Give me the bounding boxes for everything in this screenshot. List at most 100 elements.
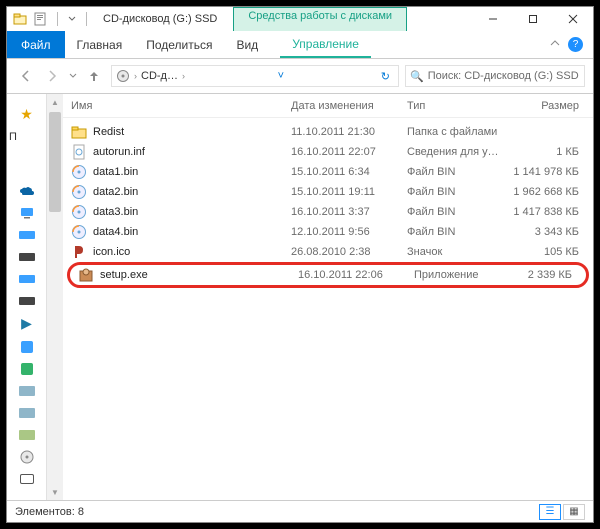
- bin-icon: [71, 204, 87, 220]
- scroll-down-icon[interactable]: ▼: [47, 484, 63, 500]
- file-row[interactable]: icon.ico26.08.2010 2:38Значок105 КБ: [63, 242, 593, 262]
- column-header-type[interactable]: Тип: [403, 100, 503, 112]
- minimize-button[interactable]: [473, 7, 513, 31]
- ribbon-tab-share[interactable]: Поделиться: [134, 31, 224, 58]
- inf-icon: [71, 144, 87, 160]
- ico-icon: [71, 244, 87, 260]
- file-list[interactable]: Redist 11.10.2011 21:30Папка с файлами aut…: [63, 118, 593, 500]
- icons-view-button[interactable]: ▦: [563, 504, 585, 520]
- file-date: 15.10.2011 6:34: [291, 166, 403, 178]
- help-button[interactable]: ?: [568, 37, 583, 52]
- highlight-marker: setup.exe16.10.2011 22:06Приложение2 339…: [67, 262, 589, 288]
- file-size: 1 141 978 КБ: [503, 166, 593, 178]
- file-type: Папка с файлами: [403, 126, 503, 138]
- file-type: Файл BIN: [403, 206, 503, 218]
- file-type: Значок: [403, 246, 503, 258]
- nav-item-icon[interactable]: [21, 362, 33, 376]
- scroll-up-icon[interactable]: ▲: [47, 94, 63, 110]
- bin-icon: [71, 224, 87, 240]
- nav-item-icon[interactable]: [19, 406, 35, 420]
- qat-customize-icon[interactable]: [68, 15, 76, 23]
- file-type: Файл BIN: [403, 226, 503, 238]
- file-name: autorun.inf: [93, 146, 145, 158]
- network-icon[interactable]: [20, 472, 34, 486]
- nav-item-icon[interactable]: [19, 228, 35, 242]
- item-count-label: Элементов: 8: [15, 506, 84, 518]
- ribbon-tab-view[interactable]: Вид: [224, 31, 270, 58]
- content-area: ★ П ▶ ▲: [7, 94, 593, 500]
- column-header-name[interactable]: Имя: [71, 100, 291, 112]
- file-date: 16.10.2011 22:07: [291, 146, 403, 158]
- nav-item-icon[interactable]: [21, 340, 33, 354]
- ribbon-tab-file[interactable]: Файл: [7, 31, 65, 58]
- file-row[interactable]: data3.bin16.10.2011 3:37Файл BIN1 417 83…: [63, 202, 593, 222]
- search-box[interactable]: 🔍 Поиск: CD-дисковод (G:) SSD: [405, 65, 585, 87]
- quick-access-star-icon[interactable]: ★: [20, 106, 33, 123]
- thispc-icon[interactable]: [19, 206, 35, 220]
- window-title: CD-дисковод (G:) SSD: [97, 7, 223, 31]
- scroll-thumb[interactable]: [49, 112, 61, 212]
- breadcrumb-item[interactable]: CD-д…: [141, 70, 178, 82]
- address-bar[interactable]: › CD-д… › ˅ ↻: [111, 65, 399, 87]
- explorer-app-icon: [13, 12, 27, 26]
- close-button[interactable]: [553, 7, 593, 31]
- file-row[interactable]: setup.exe16.10.2011 22:06Приложение2 339…: [74, 265, 586, 285]
- column-header-date[interactable]: Дата изменения: [291, 100, 403, 112]
- qat-divider: [57, 12, 58, 26]
- up-button[interactable]: [83, 65, 105, 87]
- properties-icon[interactable]: [33, 12, 47, 26]
- file-type: Файл BIN: [403, 186, 503, 198]
- file-row[interactable]: autorun.inf 16.10.2011 22:07Сведения для …: [63, 142, 593, 162]
- breadcrumb-sep-icon: ›: [182, 71, 185, 81]
- history-dropdown-icon[interactable]: [67, 65, 79, 87]
- file-size: 1 962 668 КБ: [503, 186, 593, 198]
- file-name: data3.bin: [93, 206, 138, 218]
- nav-item-icon[interactable]: [19, 272, 35, 286]
- nav-item-icon[interactable]: [19, 250, 35, 264]
- file-date: 26.08.2010 2:38: [291, 246, 403, 258]
- file-name: data4.bin: [93, 226, 138, 238]
- status-bar: Элементов: 8 ☰ ▦: [7, 500, 593, 522]
- search-icon: 🔍: [410, 70, 424, 83]
- file-row[interactable]: Redist 11.10.2011 21:30Папка с файлами: [63, 122, 593, 142]
- folder-icon: [71, 124, 87, 140]
- titlebar: CD-дисковод (G:) SSD Средства работы с д…: [7, 7, 593, 31]
- maximize-button[interactable]: [513, 7, 553, 31]
- file-name: Redist: [93, 126, 124, 138]
- nav-item-icon[interactable]: [19, 294, 35, 308]
- ribbon-expand-icon[interactable]: [550, 38, 560, 51]
- file-size: 2 339 КБ: [510, 269, 586, 281]
- file-date: 16.10.2011 3:37: [291, 206, 403, 218]
- nav-buttons: [15, 65, 105, 87]
- breadcrumb-sep-icon: ›: [134, 71, 137, 81]
- file-row[interactable]: data4.bin12.10.2011 9:56Файл BIN3 343 КБ: [63, 222, 593, 242]
- file-name: data2.bin: [93, 186, 138, 198]
- file-date: 16.10.2011 22:06: [298, 269, 410, 281]
- file-size: 105 КБ: [503, 246, 593, 258]
- nav-item-icon[interactable]: ▶: [21, 316, 32, 332]
- address-dropdown-icon[interactable]: ˅: [274, 70, 288, 82]
- navpane-scrollbar[interactable]: ▲ ▼: [47, 94, 63, 500]
- nav-item-icon[interactable]: [19, 384, 35, 398]
- onedrive-icon[interactable]: [19, 184, 35, 198]
- navigation-pane[interactable]: ★ П ▶: [7, 94, 47, 500]
- ribbon-tab-manage[interactable]: Управление: [280, 31, 371, 58]
- column-header-size[interactable]: Размер: [503, 100, 593, 112]
- file-date: 11.10.2011 21:30: [291, 126, 403, 138]
- file-row[interactable]: data2.bin15.10.2011 19:11Файл BIN1 962 6…: [63, 182, 593, 202]
- file-row[interactable]: data1.bin15.10.2011 6:34Файл BIN1 141 97…: [63, 162, 593, 182]
- window-controls: [473, 7, 593, 31]
- file-type: Сведения для уст…: [403, 146, 503, 158]
- bin-icon: [71, 184, 87, 200]
- nav-item-icon[interactable]: [19, 428, 35, 442]
- quick-access-label[interactable]: П: [9, 131, 44, 142]
- ribbon-tab-home[interactable]: Главная: [65, 31, 135, 58]
- file-date: 12.10.2011 9:56: [291, 226, 403, 238]
- file-size: 1 КБ: [503, 146, 593, 158]
- cd-drive-icon[interactable]: [20, 450, 34, 464]
- file-type: Приложение: [410, 269, 510, 281]
- forward-button[interactable]: [41, 65, 63, 87]
- details-view-button[interactable]: ☰: [539, 504, 561, 520]
- refresh-button[interactable]: ↻: [377, 70, 394, 83]
- back-button[interactable]: [15, 65, 37, 87]
